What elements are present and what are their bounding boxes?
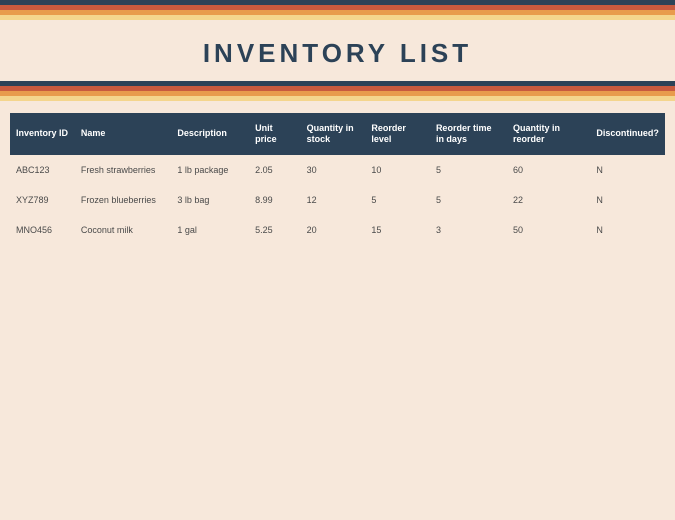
col-unit-price: Unit price	[249, 113, 301, 155]
table-header-row: Inventory ID Name Description Unit price…	[10, 113, 665, 155]
inventory-table: Inventory ID Name Description Unit price…	[10, 113, 665, 245]
cell-discontinued: N	[590, 215, 665, 245]
top-decorative-stripes	[0, 0, 675, 20]
col-description: Description	[171, 113, 249, 155]
stripe	[0, 15, 675, 20]
cell-name: Coconut milk	[75, 215, 172, 245]
cell-description: 1 lb package	[171, 155, 249, 185]
table-row: ABC123Fresh strawberries1 lb package2.05…	[10, 155, 665, 185]
inventory-table-container: Inventory ID Name Description Unit price…	[0, 113, 675, 245]
cell-inventory-id: MNO456	[10, 215, 75, 245]
cell-reorder-level: 5	[365, 185, 430, 215]
cell-discontinued: N	[590, 185, 665, 215]
page-title: INVENTORY LIST	[0, 20, 675, 81]
cell-unit-price: 8.99	[249, 185, 301, 215]
cell-reorder-time: 3	[430, 215, 507, 245]
cell-unit-price: 5.25	[249, 215, 301, 245]
col-quantity-in-reorder: Quantity in reorder	[507, 113, 590, 155]
cell-unit-price: 2.05	[249, 155, 301, 185]
stripe	[0, 96, 675, 101]
mid-decorative-stripes	[0, 81, 675, 101]
cell-reorder-time: 5	[430, 185, 507, 215]
cell-reorder-level: 15	[365, 215, 430, 245]
col-discontinued: Discontinued?	[590, 113, 665, 155]
cell-description: 1 gal	[171, 215, 249, 245]
cell-quantity-in-reorder: 22	[507, 185, 590, 215]
col-inventory-id: Inventory ID	[10, 113, 75, 155]
cell-name: Fresh strawberries	[75, 155, 172, 185]
cell-quantity-in-stock: 30	[301, 155, 366, 185]
col-name: Name	[75, 113, 172, 155]
cell-name: Frozen blueberries	[75, 185, 172, 215]
table-row: MNO456Coconut milk1 gal5.252015350N	[10, 215, 665, 245]
col-quantity-in-stock: Quantity in stock	[301, 113, 366, 155]
table-row: XYZ789Frozen blueberries3 lb bag8.991255…	[10, 185, 665, 215]
cell-reorder-time: 5	[430, 155, 507, 185]
col-reorder-level: Reorder level	[365, 113, 430, 155]
col-reorder-time: Reorder time in days	[430, 113, 507, 155]
cell-inventory-id: ABC123	[10, 155, 75, 185]
cell-quantity-in-stock: 12	[301, 185, 366, 215]
cell-quantity-in-reorder: 50	[507, 215, 590, 245]
cell-description: 3 lb bag	[171, 185, 249, 215]
cell-inventory-id: XYZ789	[10, 185, 75, 215]
cell-reorder-level: 10	[365, 155, 430, 185]
cell-discontinued: N	[590, 155, 665, 185]
cell-quantity-in-stock: 20	[301, 215, 366, 245]
cell-quantity-in-reorder: 60	[507, 155, 590, 185]
